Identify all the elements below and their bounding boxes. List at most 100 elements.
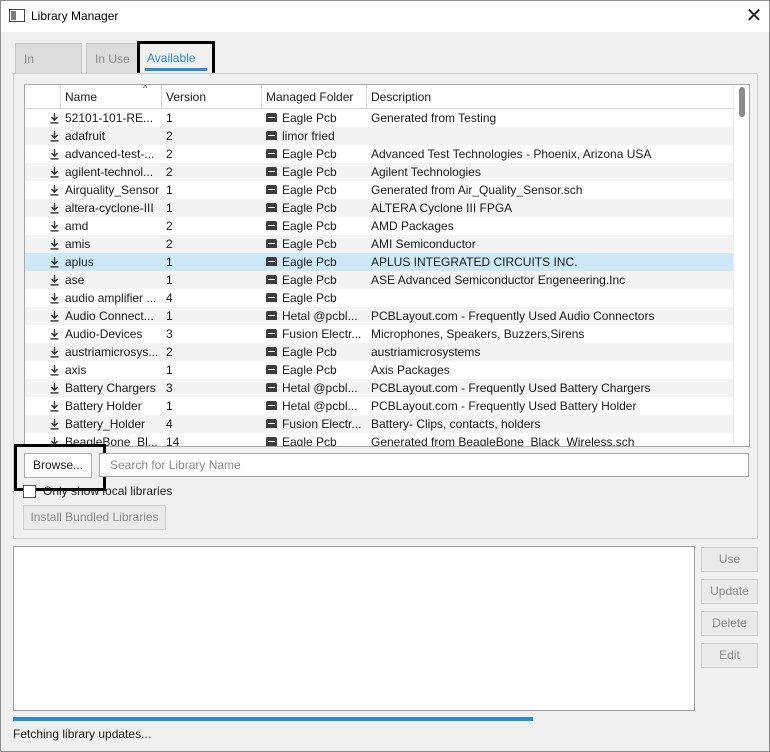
download-icon[interactable]: [25, 397, 61, 415]
column-header-name[interactable]: Name ^: [61, 85, 162, 109]
tab-in-design[interactable]: In Design: [15, 43, 82, 96]
table-row[interactable]: Battery Chargers 3 Hetal @pcbl... PCBLayout…: [25, 379, 733, 397]
table-row[interactable]: Audio-Devices 3 Fusion Electr... Microphone…: [25, 325, 733, 343]
library-description: AMI Semiconductor: [371, 237, 476, 251]
library-version: 4: [166, 417, 173, 431]
table-row[interactable]: Battery Holder 1 Hetal @pcbl... PCBLayout.c…: [25, 397, 733, 415]
managed-folder-label: Eagle Pcb: [282, 345, 337, 359]
window-title: Library Manager: [31, 9, 119, 23]
download-icon[interactable]: [25, 199, 61, 217]
column-header-description[interactable]: Description: [367, 85, 733, 109]
library-version: 2: [166, 237, 173, 251]
library-version: 1: [166, 363, 173, 377]
library-details-pane: [13, 546, 695, 711]
managed-folder-label: Fusion Electr...: [282, 327, 362, 341]
download-icon[interactable]: [25, 253, 61, 271]
folder-icon: [266, 347, 277, 356]
library-manager-window: Library Manager ✕ In Design In Use Avail…: [0, 0, 770, 752]
table-row[interactable]: austriamicrosys... 2 Eagle Pcb austriamicro…: [25, 343, 733, 361]
tab-available[interactable]: Available: [139, 43, 215, 73]
download-icon[interactable]: [25, 181, 61, 199]
download-icon[interactable]: [25, 289, 61, 307]
table-row[interactable]: BeagleBone_Bl... 14 Eagle Pcb Generated fro…: [25, 433, 733, 446]
download-icon[interactable]: [25, 217, 61, 235]
library-version: 1: [166, 111, 173, 125]
download-icon[interactable]: [25, 325, 61, 343]
sort-ascending-icon: ^: [143, 84, 148, 93]
local-only-checkbox[interactable]: [23, 485, 36, 498]
managed-folder-label: Eagle Pcb: [282, 183, 337, 197]
managed-folder-cell: Hetal @pcbl...: [266, 307, 366, 325]
table-row[interactable]: Battery_Holder 4 Fusion Electr... Battery- …: [25, 415, 733, 433]
download-icon[interactable]: [25, 271, 61, 289]
local-only-label: Only show local libraries: [43, 484, 173, 498]
table-row[interactable]: aplus 1 Eagle Pcb APLUS INTEGRATED CIRCUITS…: [25, 253, 733, 271]
library-description: Microphones, Speakers, Buzzers,Sirens: [371, 327, 585, 341]
delete-button[interactable]: Delete: [701, 611, 758, 636]
title-bar: Library Manager ✕: [1, 1, 769, 32]
table-row[interactable]: axis 1 Eagle Pcb Axis Packages: [25, 361, 733, 379]
close-icon[interactable]: ✕: [739, 1, 769, 31]
folder-icon: [266, 311, 277, 320]
library-version: 2: [166, 147, 173, 161]
managed-folder-label: Hetal @pcbl...: [282, 309, 358, 323]
library-description: Agilent Technologies: [371, 165, 481, 179]
table-row[interactable]: agilent-technol... 2 Eagle Pcb Agilent Tech…: [25, 163, 733, 181]
search-input[interactable]: [99, 453, 749, 477]
library-name: altera-cyclone-III: [65, 201, 154, 215]
table-row[interactable]: amis 2 Eagle Pcb AMI Semiconductor: [25, 235, 733, 253]
library-description: [371, 127, 731, 145]
download-icon[interactable]: [25, 361, 61, 379]
table-row[interactable]: Airquality_Sensor 1 Eagle Pcb Generated fro…: [25, 181, 733, 199]
update-button[interactable]: Update: [701, 579, 758, 604]
folder-icon: [266, 365, 277, 374]
browse-button[interactable]: Browse...: [24, 453, 92, 478]
managed-folder-cell: limor fried: [266, 127, 366, 145]
library-version: 1: [166, 255, 173, 269]
table-row[interactable]: ase 1 Eagle Pcb ASE Advanced Semiconductor …: [25, 271, 733, 289]
status-text: Fetching library updates...: [13, 727, 152, 741]
scrollbar-thumb[interactable]: [739, 87, 745, 117]
table-row[interactable]: 52101-101-RE... 1 Eagle Pcb Generated from …: [25, 109, 733, 127]
table-row[interactable]: adafruit 2 limor fried: [25, 127, 733, 145]
tab-available-label: Available: [147, 51, 196, 65]
table-row[interactable]: audio amplifier ... 4 Eagle Pcb: [25, 289, 733, 307]
download-icon[interactable]: [25, 127, 61, 145]
managed-folder-cell: Fusion Electr...: [266, 325, 366, 343]
table-row[interactable]: amd 2 Eagle Pcb AMD Packages: [25, 217, 733, 235]
library-name: audio amplifier ...: [65, 291, 157, 305]
download-icon[interactable]: [25, 433, 61, 446]
library-version: 2: [166, 345, 173, 359]
library-version: 1: [166, 183, 173, 197]
table-row[interactable]: advanced-test-... 2 Eagle Pcb Advanced Test…: [25, 145, 733, 163]
download-icon[interactable]: [25, 415, 61, 433]
download-icon[interactable]: [25, 109, 61, 127]
column-header-download[interactable]: [25, 85, 61, 109]
edit-button[interactable]: Edit: [701, 643, 758, 668]
folder-icon: [266, 437, 277, 446]
managed-folder-label: Hetal @pcbl...: [282, 381, 358, 395]
download-icon[interactable]: [25, 343, 61, 361]
library-table: Name ^ Version Managed Folder Descriptio…: [24, 84, 750, 447]
download-icon[interactable]: [25, 379, 61, 397]
download-icon[interactable]: [25, 163, 61, 181]
column-header-managed-folder[interactable]: Managed Folder: [262, 85, 367, 109]
table-scrollbar[interactable]: [733, 85, 749, 446]
managed-folder-cell: Eagle Pcb: [266, 289, 366, 307]
table-row[interactable]: altera-cyclone-III 1 Eagle Pcb ALTERA Cyclo…: [25, 199, 733, 217]
folder-icon: [266, 293, 277, 302]
download-icon[interactable]: [25, 235, 61, 253]
install-bundled-libraries-button[interactable]: Install Bundled Libraries: [23, 505, 166, 530]
column-header-version[interactable]: Version: [162, 85, 262, 109]
download-icon[interactable]: [25, 307, 61, 325]
download-icon[interactable]: [25, 145, 61, 163]
managed-folder-cell: Eagle Pcb: [266, 253, 366, 271]
use-button[interactable]: Use: [701, 547, 758, 572]
table-row[interactable]: Audio Connect... 1 Hetal @pcbl... PCBLayout…: [25, 307, 733, 325]
library-description: PCBLayout.com - Frequently Used Battery …: [371, 399, 637, 413]
fetch-progress-bar: [13, 717, 533, 721]
library-description: Advanced Test Technologies - Phoenix, Ar…: [371, 147, 652, 161]
managed-folder-cell: Eagle Pcb: [266, 235, 366, 253]
managed-folder-cell: Eagle Pcb: [266, 163, 366, 181]
managed-folder-label: Eagle Pcb: [282, 363, 337, 377]
